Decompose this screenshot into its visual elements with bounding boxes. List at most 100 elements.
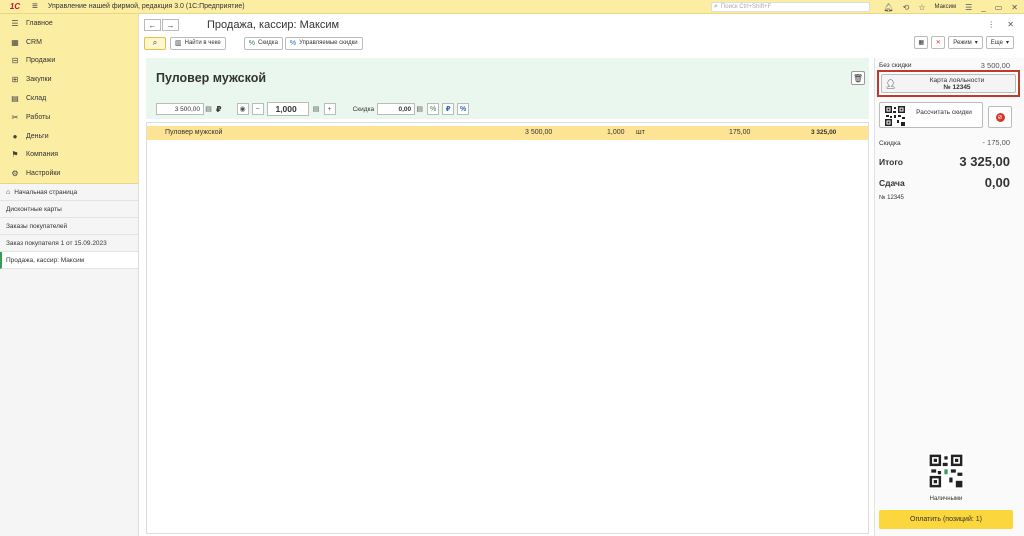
restore-icon[interactable]: ▭ <box>995 3 1003 12</box>
price-calc-icon[interactable]: ▤ <box>204 103 213 115</box>
discount-total-label: Скидка <box>879 140 901 147</box>
cancel-discounts-button[interactable]: ⊘ <box>988 106 1012 128</box>
star-icon[interactable]: ☆ <box>918 3 925 12</box>
increase-qty-button[interactable]: + <box>323 103 336 115</box>
discount-calc-icon[interactable]: ▤ <box>415 103 424 115</box>
product-name: Пуловер мужской <box>156 71 267 85</box>
row-price: 3 500,00 <box>525 129 553 136</box>
section-warehouse[interactable]: ▤ Склад <box>0 89 138 108</box>
search-button[interactable]: ⌕ <box>144 36 166 50</box>
product-card: Пуловер мужской 🗑︎ 3 500,00 ▤ ₽ ◉ − 1,00… <box>146 58 869 119</box>
more-actions-icon[interactable]: ⋮ <box>987 20 995 29</box>
table-row[interactable]: Пуловер мужской 3 500,00 1,000 шт 175,00… <box>147 126 868 140</box>
barcode-icon: ▥ <box>175 40 182 47</box>
qr-code-icon <box>884 105 906 127</box>
price-input[interactable]: 3 500,00 <box>156 103 204 115</box>
row-name: Пуловер мужской <box>165 129 223 136</box>
tools-icon: ✂ <box>11 112 19 122</box>
app-title: Управление нашей фирмой, редакция 3.0 (1… <box>47 3 245 10</box>
percent-icon: % <box>248 39 255 47</box>
section-sales[interactable]: ⊟ Продажи <box>0 52 138 71</box>
main-menu-icon[interactable]: ≡ <box>32 1 38 12</box>
forward-button[interactable]: → <box>162 19 179 31</box>
history-icon[interactable]: ⟲ <box>903 3 910 12</box>
cart-icon: ⊟ <box>11 56 19 66</box>
chevron-down-icon: ▾ <box>1005 40 1009 46</box>
change-label: Сдача <box>879 178 905 188</box>
page-title: Продажа, кассир: Максим <box>207 19 340 31</box>
discount-rub-button[interactable]: ₽ <box>442 103 455 115</box>
search-placeholder: Поиск Ctrl+Shift+F <box>720 4 772 10</box>
global-search-input[interactable]: ⌕ Поиск Ctrl+Shift+F <box>711 2 870 12</box>
managed-discounts-button[interactable]: % Управляемые скидки <box>284 36 363 50</box>
warehouse-icon: ▤ <box>11 94 19 104</box>
discount-managed-button[interactable]: % <box>457 103 470 115</box>
search-icon: ⌕ <box>714 3 718 10</box>
row-qty: 1,000 <box>607 129 625 136</box>
section-money[interactable]: ● Деньги <box>0 127 138 146</box>
nav-home[interactable]: ⌂ Начальная страница <box>0 184 138 202</box>
payment-panel: Без скидки 3 500,00 👤︎ Карта лояльности … <box>874 58 1024 536</box>
cancel-x-button[interactable]: ✕ <box>931 36 946 49</box>
minimize-icon[interactable]: _ <box>981 3 985 12</box>
discount-button[interactable]: % Скидка <box>243 36 283 50</box>
receipt-table: Пуловер мужской 3 500,00 1,000 шт 175,00… <box>146 122 869 534</box>
section-settings[interactable]: ⚙ Настройки <box>0 164 138 183</box>
menu-lines-icon: ☰ <box>11 18 19 28</box>
payment-method-label: Наличными <box>929 496 963 502</box>
user-name[interactable]: Максим <box>935 4 957 10</box>
total-label: Итого <box>879 157 903 167</box>
calculate-discounts-label: Рассчитать скидки <box>916 109 972 116</box>
row-sum: 3 325,00 <box>811 129 837 136</box>
discount-total-value: - 175,00 <box>982 138 1010 147</box>
settings-menu-icon[interactable]: ☰ <box>965 3 972 12</box>
delete-item-button[interactable]: 🗑︎ <box>851 71 865 85</box>
section-works[interactable]: ✂ Работы <box>0 108 138 127</box>
section-company[interactable]: ⚑ Компания <box>0 146 138 165</box>
nav-sale-cashier[interactable]: Продажа, кассир: Максим <box>0 252 138 270</box>
payment-qr-icon[interactable] <box>928 453 964 489</box>
discount-percent-button[interactable]: % <box>427 103 440 115</box>
percent-icon: % <box>289 39 297 47</box>
row-unit: шт <box>636 129 645 136</box>
pay-button[interactable]: Оплатить (позиций: 1) <box>879 510 1013 529</box>
nav-customer-order-1[interactable]: Заказ покупателя 1 от 15.09.2023 <box>0 235 138 253</box>
more-dropdown[interactable]: Еще ▾ <box>985 36 1014 49</box>
without-discount-value: 3 500,00 <box>980 61 1010 70</box>
row-discount: 175,00 <box>729 129 751 136</box>
app-logo: 1C <box>9 2 21 11</box>
trash-icon: 🗑︎ <box>852 73 864 83</box>
user-check-icon: 👤︎ <box>885 79 897 89</box>
loyalty-card-button[interactable]: 👤︎ Карта лояльности № 12345 <box>881 74 1016 93</box>
section-main[interactable]: ☰ Главное <box>0 14 138 33</box>
x-icon: ✕ <box>935 40 941 46</box>
find-in-receipt-button[interactable]: ▥ Найти в чеке <box>170 36 226 50</box>
calculator-button[interactable]: ▦ <box>914 36 929 49</box>
close-form-icon[interactable]: ✕ <box>1007 20 1014 29</box>
calculate-discounts-button[interactable]: Рассчитать скидки <box>879 102 983 128</box>
section-purchases[interactable]: ⊞ Закупки <box>0 70 138 89</box>
bell-icon[interactable]: 🔔︎ <box>884 3 894 12</box>
view-eye-button[interactable]: ◉ <box>236 103 249 115</box>
card-number-label: № 12345 <box>879 195 904 201</box>
qty-calc-icon[interactable]: ▤ <box>312 103 321 115</box>
home-icon: ⌂ <box>6 188 11 196</box>
back-button[interactable]: ← <box>144 19 161 31</box>
nav-customer-orders[interactable]: Заказы покупателей <box>0 218 138 236</box>
loyalty-card-highlight: 👤︎ Карта лояльности № 12345 <box>877 70 1020 97</box>
quantity-input[interactable]: 1,000 <box>266 102 309 116</box>
flag-icon: ⚑ <box>11 150 19 160</box>
nav-discount-cards[interactable]: Дисконтные карты <box>0 201 138 219</box>
section-crm[interactable]: ▦ CRM <box>0 33 138 52</box>
mode-dropdown[interactable]: Режим ▾ <box>948 36 983 49</box>
sections-panel: ☰ Главное ▦ CRM ⊟ Продажи ⊞ Закупки ▤ Склад ✂… <box>0 14 138 185</box>
gear-icon: ⚙ <box>11 169 19 179</box>
decrease-qty-button[interactable]: − <box>251 103 264 115</box>
change-value: 0,00 <box>984 175 1010 190</box>
basket-icon: ⊞ <box>11 75 19 85</box>
close-icon[interactable]: ✕ <box>1011 3 1018 12</box>
discount-input[interactable]: 0,00 <box>377 103 416 115</box>
calculator-icon: ▦ <box>918 40 925 46</box>
crm-icon: ▦ <box>11 37 19 47</box>
search-icon: ⌕ <box>152 38 158 47</box>
